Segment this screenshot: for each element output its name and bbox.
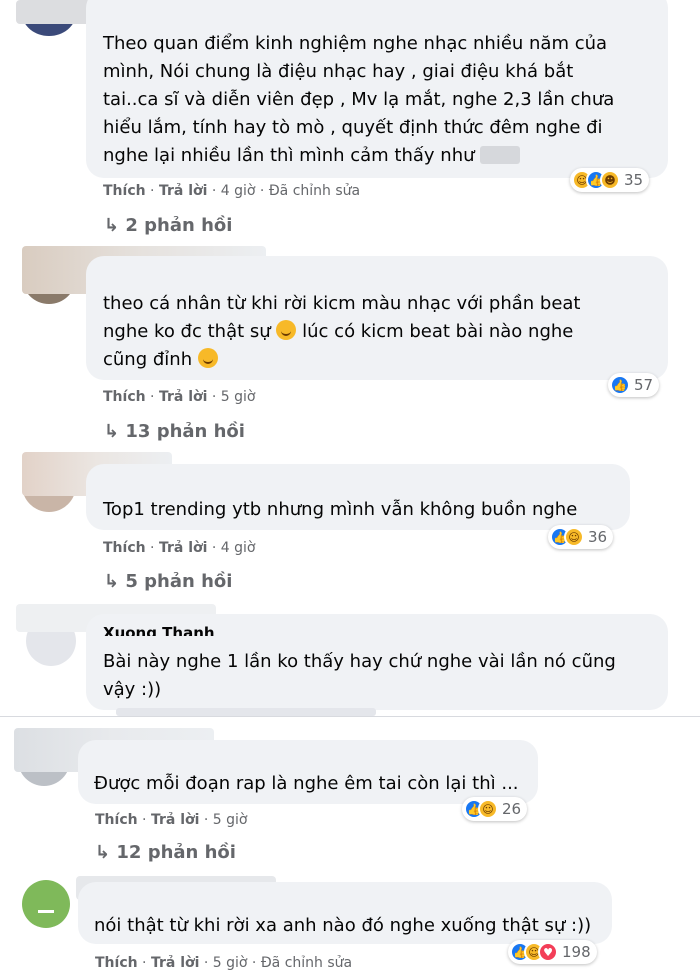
like-link[interactable]: Thích — [95, 955, 138, 971]
author-name-partial[interactable]: Xuong Thanh — [103, 624, 215, 636]
reply-arrow-icon: ↳ — [104, 571, 120, 592]
like-link[interactable]: Thích — [95, 812, 138, 828]
cropped-replies-fragment — [116, 708, 376, 716]
view-replies-link[interactable]: ↳ 2 phản hồi — [104, 215, 232, 236]
screenshot-seam — [0, 716, 700, 717]
edited-label: Đã chỉnh sửa — [268, 183, 361, 199]
reaction-summary[interactable]: 👍 ☺ 26 — [462, 797, 528, 821]
comment-text: theo cá nhân từ khi rời kicm màu nhạc vớ… — [103, 293, 581, 370]
emoji-icon — [197, 348, 218, 368]
comment-text: Theo quan điểm kinh nghiệm nghe nhạc nhi… — [103, 33, 615, 166]
comment-text: Bài này nghe 1 lần ko thấy hay chứ nghe … — [103, 651, 616, 700]
reaction-count: 57 — [634, 376, 654, 394]
reply-link[interactable]: Trả lời — [159, 540, 207, 556]
reply-arrow-icon: ↳ — [95, 842, 111, 863]
emoji-icon — [276, 320, 297, 340]
haha-reaction-icon: ☺ — [478, 799, 498, 819]
reply-link[interactable]: Trả lời — [159, 389, 207, 405]
timestamp[interactable]: 4 giờ — [221, 183, 256, 199]
avatar[interactable] — [22, 880, 70, 928]
haha-reaction-icon: ☺ — [564, 527, 584, 547]
reply-link[interactable]: Trả lời — [159, 183, 207, 199]
avatar-mark — [38, 910, 54, 913]
reply-arrow-icon: ↳ — [104, 421, 120, 442]
comment-actions: Thích · Trả lời · 4 giờ — [103, 540, 256, 556]
edited-label: Đã chỉnh sửa — [260, 955, 353, 971]
reaction-count: 36 — [588, 528, 608, 546]
reaction-count: 26 — [502, 800, 522, 818]
reaction-summary[interactable]: ☺ 👍 ☻ 35 — [570, 168, 650, 192]
like-link[interactable]: Thích — [103, 389, 146, 405]
comment-text: nói thật từ khi rời xa anh nào đó nghe x… — [94, 915, 592, 936]
reply-link[interactable]: Trả lời — [151, 812, 199, 828]
like-link[interactable]: Thích — [103, 183, 146, 199]
reaction-count: 198 — [562, 943, 591, 961]
timestamp[interactable]: 4 giờ — [221, 540, 256, 556]
like-link[interactable]: Thích — [103, 540, 146, 556]
comment-actions: Thích · Trả lời · 5 giờ — [95, 812, 248, 828]
reply-arrow-icon: ↳ — [104, 215, 120, 236]
like-reaction-icon: 👍 — [610, 375, 630, 395]
reaction-summary[interactable]: 👍 ☺ 36 — [548, 525, 614, 549]
care-reaction-icon: ☻ — [600, 170, 620, 190]
reaction-count: 35 — [624, 171, 644, 189]
comment-actions: Thích · Trả lời · 5 giờ — [103, 389, 256, 405]
love-reaction-icon: ♥ — [538, 942, 558, 962]
comment-actions: Thích · Trả lời · 4 giờ · Đã chỉnh sửa — [103, 183, 361, 199]
reaction-summary[interactable]: 👍 ☺ ♥ 198 — [508, 940, 597, 964]
comment-text: Top1 trending ytb nhưng mình vẫn không b… — [103, 499, 578, 520]
timestamp[interactable]: 5 giờ — [213, 955, 248, 971]
timestamp[interactable]: 5 giờ — [221, 389, 256, 405]
comment-text: Được mỗi đoạn rap là nghe êm tai còn lại… — [94, 773, 519, 794]
blurred-text — [480, 146, 521, 164]
view-replies-link[interactable]: ↳ 12 phản hồi — [95, 842, 236, 863]
view-replies-link[interactable]: ↳ 13 phản hồi — [104, 421, 245, 442]
view-replies-link[interactable]: ↳ 5 phản hồi — [104, 571, 232, 592]
reaction-summary[interactable]: 👍 57 — [608, 373, 660, 397]
comment-actions: Thích · Trả lời · 5 giờ · Đã chỉnh sửa — [95, 955, 353, 971]
timestamp[interactable]: 5 giờ — [213, 812, 248, 828]
reply-link[interactable]: Trả lời — [151, 955, 199, 971]
